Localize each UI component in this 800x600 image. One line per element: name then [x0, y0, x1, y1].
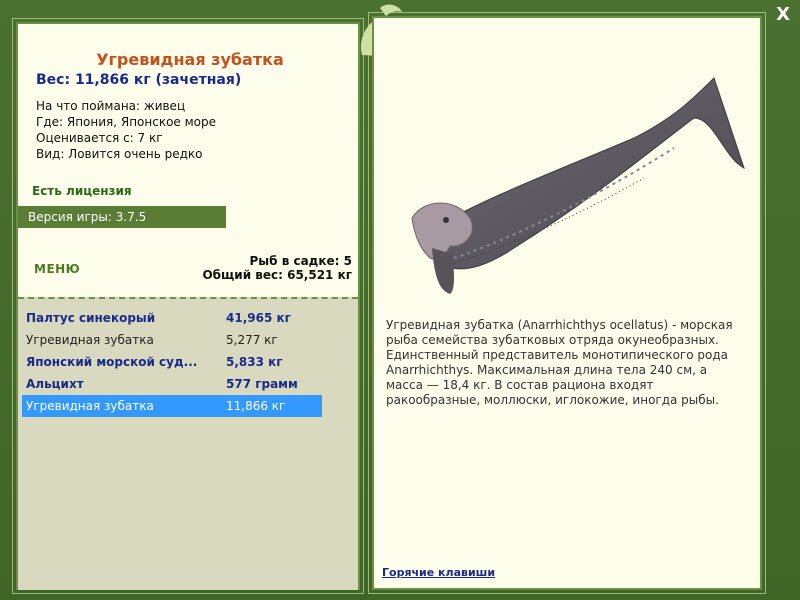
license-status: Есть лицензия	[32, 184, 132, 198]
evaluated-text: Оценивается с: 7 кг	[36, 131, 163, 145]
fish-description-panel: Угревидная зубатка (Anarrhichthys ocella…	[372, 16, 762, 590]
catch-list: Палтус синекорый 41,965 кг Угревидная зуб…	[22, 307, 322, 417]
fish-count: Рыб в садке: 5	[249, 254, 353, 268]
type-text: Вид: Ловится очень редко	[36, 147, 203, 161]
list-item[interactable]: Палтус синекорый 41,965 кг	[22, 307, 322, 329]
list-item[interactable]: Альцихт 577 грамм	[22, 373, 322, 395]
fish-details: На что поймана: живец Где: Япония, Японс…	[36, 98, 216, 162]
fish-description: Угревидная зубатка (Anarrhichthys ocella…	[386, 318, 733, 407]
location-text: Где: Япония, Японское море	[36, 115, 217, 129]
fish-title: Угревидная зубатка	[96, 50, 284, 69]
wolf-eel-image	[411, 77, 745, 294]
version-badge: Версия игры: 3.7.5	[18, 206, 226, 228]
total-weight: Общий вес: 65,521 кг	[202, 268, 352, 282]
catch-list-area: Палтус синекорый 41,965 кг Угревидная зуб…	[18, 297, 358, 590]
list-item-selected[interactable]: Угревидная зубатка 11,866 кг	[22, 395, 322, 417]
close-button[interactable]: X	[776, 4, 790, 25]
list-item[interactable]: Угревидная зубатка 5,277 кг	[22, 329, 322, 351]
catch-info-panel: Угревидная зубатка Вес: 11,866 кг (зачет…	[16, 22, 360, 590]
bait-text: На что поймана: живец	[36, 99, 186, 113]
list-item[interactable]: Японский морской суд... 5,833 кг	[22, 351, 322, 373]
hotkeys-link[interactable]: Горячие клавиши	[382, 566, 495, 579]
keepnet-stats: Рыб в садке: 5 Общий вес: 65,521 кг	[202, 254, 352, 282]
menu-button[interactable]: МЕНЮ	[34, 262, 80, 276]
fish-weight: Вес: 11,866 кг (зачетная)	[36, 72, 242, 88]
